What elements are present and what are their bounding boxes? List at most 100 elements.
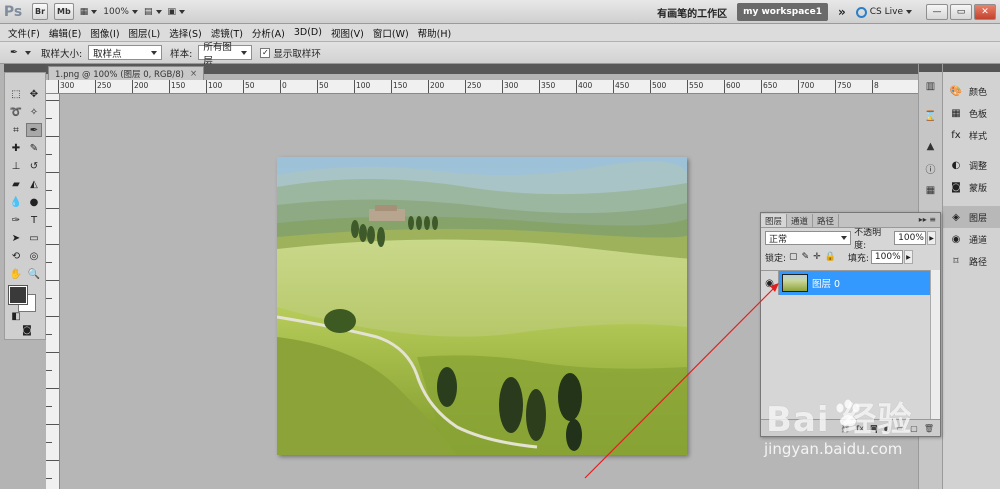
chevron-down-icon[interactable]: [24, 50, 31, 55]
type-tool-icon[interactable]: T: [26, 213, 42, 227]
info-icon[interactable]: ⓘ: [923, 160, 939, 176]
zoom-tool-icon[interactable]: 🔍: [26, 267, 42, 281]
lock-pixels-icon[interactable]: ✎: [802, 252, 810, 262]
magic-wand-tool-icon[interactable]: ✧: [26, 105, 42, 119]
ruler-tick: [613, 80, 614, 93]
ruler-label: 150: [171, 81, 186, 90]
sample-size-select[interactable]: 取样点: [88, 45, 163, 60]
hand-tool-icon[interactable]: ✋: [8, 267, 24, 281]
fill-input[interactable]: 100%: [870, 250, 903, 264]
brush-tool-icon[interactable]: ✎: [26, 141, 42, 155]
move-tool-icon[interactable]: ✥: [26, 87, 42, 101]
bridge-button[interactable]: Br: [32, 3, 49, 20]
dock-item-channels[interactable]: ◉ 通道: [943, 228, 1000, 250]
arrange-icon: ▤: [143, 6, 153, 17]
menu-help[interactable]: 帮助(H): [418, 26, 452, 40]
workspace-label[interactable]: 有画笔的工作区: [657, 5, 727, 20]
dock-item-swatches[interactable]: ▦ 色板: [943, 102, 1000, 124]
menu-file[interactable]: 文件(F): [8, 26, 40, 40]
menu-window[interactable]: 窗口(W): [373, 26, 409, 40]
document-image[interactable]: [277, 157, 687, 455]
ruler-label: 350: [541, 81, 556, 90]
menu-analysis[interactable]: 分析(A): [252, 26, 285, 40]
visibility-eye-icon[interactable]: ◉: [761, 271, 779, 295]
dodge-tool-icon[interactable]: ●: [26, 195, 42, 209]
history-icon[interactable]: ⌛: [923, 108, 939, 124]
horizontal-ruler[interactable]: 300 250 200 150 100 50 0 50 100 150 200 250 300 350 40…: [46, 80, 918, 94]
close-document-icon[interactable]: ×: [190, 69, 197, 79]
history-brush-tool-icon[interactable]: ↺: [26, 159, 42, 173]
zoom-dropdown[interactable]: 100%: [103, 7, 138, 17]
ruler-tick: [835, 80, 836, 93]
3d-rotate-tool-icon[interactable]: ⟲: [8, 249, 24, 263]
dock-collapse-bar[interactable]: [919, 64, 942, 72]
dock-item-color[interactable]: 🎨 颜色: [943, 80, 1000, 102]
eyedropper-tool-icon[interactable]: ✒: [26, 123, 42, 137]
path-selection-tool-icon[interactable]: ➤: [8, 231, 24, 245]
eyedropper-preset-icon[interactable]: ✒: [10, 47, 18, 58]
dock-item-label: 蒙版: [969, 183, 988, 194]
cs-live-button[interactable]: CS Live: [855, 6, 912, 18]
healing-brush-tool-icon[interactable]: ✚: [8, 141, 24, 155]
mini-bridge-button[interactable]: Mb: [54, 3, 74, 20]
zoom-level: 100%: [103, 6, 129, 17]
lock-transparency-icon[interactable]: ▢: [789, 252, 798, 262]
toolbox-collapse-bar[interactable]: [4, 64, 46, 72]
histogram-icon[interactable]: ▥: [923, 78, 939, 94]
dock-item-layers[interactable]: ◈ 图层: [943, 206, 1000, 228]
layer-row[interactable]: ◉ 图层 0: [761, 271, 931, 295]
opacity-input[interactable]: 100%: [894, 231, 927, 245]
quick-mask-icon[interactable]: ◙: [17, 323, 37, 337]
character-icon[interactable]: ▦: [923, 182, 939, 198]
opacity-slider-arrow-icon[interactable]: ▶: [927, 231, 936, 245]
minimize-button[interactable]: —: [926, 4, 948, 20]
dock-collapse-bar[interactable]: [943, 64, 1000, 72]
document-tab[interactable]: 1.png @ 100% (图层 0, RGB/8) ×: [48, 66, 205, 80]
tab-layers[interactable]: 图层: [761, 214, 788, 227]
eraser-tool-icon[interactable]: ▰: [8, 177, 24, 191]
lasso-tool-icon[interactable]: ➰: [8, 105, 24, 119]
tab-channels[interactable]: 通道: [787, 214, 814, 227]
lock-position-icon[interactable]: ✛: [813, 252, 821, 262]
restore-button[interactable]: ▭: [950, 4, 972, 20]
menu-layer[interactable]: 图层(L): [129, 26, 161, 40]
marquee-tool-icon[interactable]: ⬚: [8, 87, 24, 101]
menu-view[interactable]: 视图(V): [331, 26, 364, 40]
watermark-url: jingyan.baidu.com: [764, 440, 903, 458]
paint-bucket-tool-icon[interactable]: ◭: [26, 177, 42, 191]
dock-item-paths[interactable]: ⌑ 路径: [943, 250, 1000, 272]
menu-image[interactable]: 图像(I): [90, 26, 119, 40]
rectangle-tool-icon[interactable]: ▭: [26, 231, 42, 245]
dock-item-masks[interactable]: ◙ 蒙版: [943, 176, 1000, 198]
pen-tool-icon[interactable]: ✑: [8, 213, 24, 227]
panel-menu-icon[interactable]: ▸▸ ≡: [919, 215, 936, 224]
show-sampling-ring-checkbox[interactable]: ✓: [260, 47, 271, 58]
screen-mode-dropdown[interactable]: ▣: [168, 7, 186, 17]
crop-tool-icon[interactable]: ⌗: [8, 123, 24, 137]
sample-select[interactable]: 所有图层: [198, 42, 253, 67]
vertical-ruler[interactable]: [46, 94, 60, 489]
ruler-label: 50: [245, 81, 255, 90]
workspace-button[interactable]: my workspace1: [737, 3, 828, 21]
blend-mode-select[interactable]: 正常: [765, 231, 852, 245]
fill-slider-arrow-icon[interactable]: ▶: [903, 250, 913, 264]
3d-orbit-tool-icon[interactable]: ◎: [26, 249, 42, 263]
menu-select[interactable]: 选择(S): [169, 26, 201, 40]
blur-tool-icon[interactable]: 💧: [8, 195, 24, 209]
layer-name[interactable]: 图层 0: [812, 276, 840, 290]
lock-all-icon[interactable]: 🔒: [825, 252, 836, 262]
menu-edit[interactable]: 编辑(E): [49, 26, 81, 40]
menu-3d[interactable]: 3D(D): [294, 27, 322, 38]
close-button[interactable]: ✕: [974, 4, 996, 20]
dock-item-styles[interactable]: fx 样式: [943, 124, 1000, 146]
extras-dropdown[interactable]: ▦: [80, 7, 98, 17]
tab-paths[interactable]: 路径: [813, 214, 840, 227]
clone-stamp-tool-icon[interactable]: ⊥: [8, 159, 24, 173]
foreground-color-swatch[interactable]: [8, 285, 28, 305]
menu-filter[interactable]: 滤镜(T): [211, 26, 243, 40]
ruler-tick: [46, 190, 52, 191]
arrange-documents-dropdown[interactable]: ▤: [144, 7, 162, 17]
more-workspaces-button[interactable]: »: [838, 5, 846, 19]
dock-item-adjustments[interactable]: ◐ 调整: [943, 154, 1000, 176]
navigator-icon[interactable]: ▲: [923, 138, 939, 154]
